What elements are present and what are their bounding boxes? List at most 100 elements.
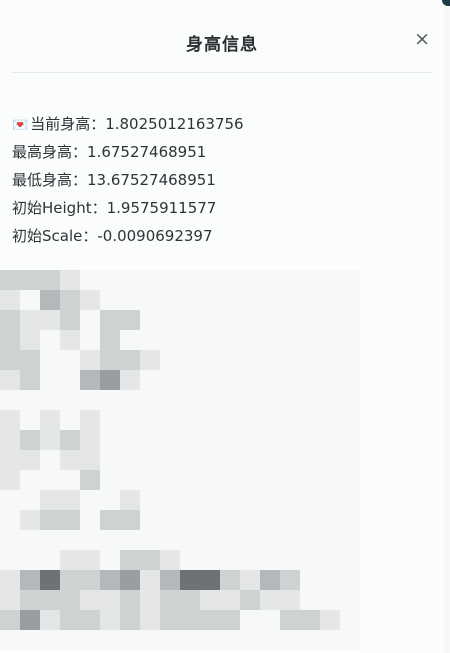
mosaic-pixel xyxy=(200,370,220,390)
mosaic-pixel xyxy=(200,290,220,310)
mosaic-pixel xyxy=(160,330,180,350)
height-info-list: 💌 当前身高：1.8025012163756 最高身高：1.67527468951… xyxy=(12,110,244,250)
mosaic-pixel xyxy=(220,590,240,610)
mosaic-pixel xyxy=(180,470,200,490)
mosaic-pixel xyxy=(180,490,200,510)
mosaic-pixel xyxy=(220,430,240,450)
mosaic-pixel xyxy=(280,570,300,590)
mosaic-pixel xyxy=(340,350,360,370)
mosaic-pixel xyxy=(0,350,20,370)
mosaic-pixel xyxy=(100,290,120,310)
mosaic-pixel xyxy=(60,330,80,350)
mosaic-pixel xyxy=(20,290,40,310)
love-letter-icon: 💌 xyxy=(12,118,29,133)
mosaic-pixel xyxy=(260,470,280,490)
mosaic-pixel xyxy=(320,310,340,330)
mosaic-pixel xyxy=(320,570,340,590)
mosaic-pixel xyxy=(60,350,80,370)
mosaic-pixel xyxy=(20,610,40,630)
initial-height-label: 初始Height： xyxy=(12,199,107,217)
mosaic-pixel xyxy=(160,490,180,510)
mosaic-pixel xyxy=(260,310,280,330)
mosaic-pixel xyxy=(320,350,340,370)
mosaic-pixel xyxy=(260,430,280,450)
mosaic-pixel xyxy=(60,610,80,630)
mosaic-pixel xyxy=(340,630,360,650)
mosaic-pixel xyxy=(300,290,320,310)
dialog-title: 身高信息 xyxy=(186,35,258,55)
mosaic-pixel xyxy=(240,290,260,310)
mosaic-pixel xyxy=(200,310,220,330)
current-height-label: 当前身高： xyxy=(30,115,106,133)
mosaic-pixel xyxy=(340,570,360,590)
mosaic-pixel xyxy=(20,590,40,610)
mosaic-pixel xyxy=(300,270,320,290)
mosaic-pixel xyxy=(180,410,200,430)
mosaic-pixel xyxy=(20,530,40,550)
mosaic-pixel xyxy=(340,590,360,610)
mosaic-pixel xyxy=(100,450,120,470)
mosaic-pixel xyxy=(40,470,60,490)
mosaic-pixel xyxy=(20,330,40,350)
mosaic-pixel xyxy=(180,590,200,610)
mosaic-pixel xyxy=(60,490,80,510)
mosaic-pixel xyxy=(300,310,320,330)
mosaic-pixel xyxy=(140,450,160,470)
mosaic-pixel xyxy=(80,590,100,610)
mosaic-pixel xyxy=(120,450,140,470)
mosaic-pixel xyxy=(340,610,360,630)
min-height-label: 最低身高： xyxy=(12,171,88,189)
mosaic-pixel xyxy=(100,270,120,290)
min-height-value: 13.67527468951 xyxy=(87,171,216,189)
mosaic-pixel xyxy=(160,370,180,390)
mosaic-pixel xyxy=(280,550,300,570)
mosaic-pixel xyxy=(80,270,100,290)
mosaic-pixel xyxy=(300,570,320,590)
mosaic-pixel xyxy=(120,590,140,610)
mosaic-pixel xyxy=(40,570,60,590)
mosaic-pixel xyxy=(260,350,280,370)
mosaic-pixel xyxy=(280,630,300,650)
mosaic-pixel xyxy=(0,630,20,650)
mosaic-pixel xyxy=(340,370,360,390)
mosaic-pixel xyxy=(100,630,120,650)
mosaic-pixel xyxy=(80,470,100,490)
mosaic-pixel xyxy=(240,450,260,470)
mosaic-pixel xyxy=(140,510,160,530)
mosaic-pixel xyxy=(240,510,260,530)
mosaic-pixel xyxy=(140,430,160,450)
mosaic-pixel xyxy=(260,330,280,350)
mosaic-pixel xyxy=(0,550,20,570)
mosaic-pixel xyxy=(0,510,20,530)
mosaic-pixel xyxy=(260,450,280,470)
mosaic-pixel xyxy=(180,530,200,550)
close-icon[interactable]: × xyxy=(414,30,430,49)
mosaic-pixel xyxy=(260,590,280,610)
mosaic-pixel xyxy=(200,550,220,570)
mosaic-pixel xyxy=(140,530,160,550)
mosaic-pixel xyxy=(300,390,320,410)
mosaic-pixel xyxy=(320,550,340,570)
mosaic-pixel xyxy=(300,590,320,610)
max-height-label: 最高身高： xyxy=(12,143,88,161)
mosaic-pixel xyxy=(40,430,60,450)
mosaic-pixel xyxy=(280,290,300,310)
mosaic-pixel xyxy=(240,330,260,350)
mosaic-pixel xyxy=(20,510,40,530)
mosaic-pixel xyxy=(160,530,180,550)
mosaic-pixel xyxy=(180,310,200,330)
mosaic-pixel xyxy=(80,450,100,470)
mosaic-pixel xyxy=(320,470,340,490)
mosaic-pixel xyxy=(160,510,180,530)
mosaic-pixel xyxy=(240,350,260,370)
mosaic-pixel xyxy=(260,610,280,630)
mosaic-pixel xyxy=(100,490,120,510)
mosaic-pixel xyxy=(160,270,180,290)
mosaic-pixel xyxy=(20,570,40,590)
mosaic-pixel xyxy=(200,570,220,590)
mosaic-pixel xyxy=(100,390,120,410)
mosaic-pixel xyxy=(40,410,60,430)
mosaic-pixel xyxy=(220,330,240,350)
pixelated-image xyxy=(0,270,430,653)
mosaic-pixel xyxy=(280,590,300,610)
